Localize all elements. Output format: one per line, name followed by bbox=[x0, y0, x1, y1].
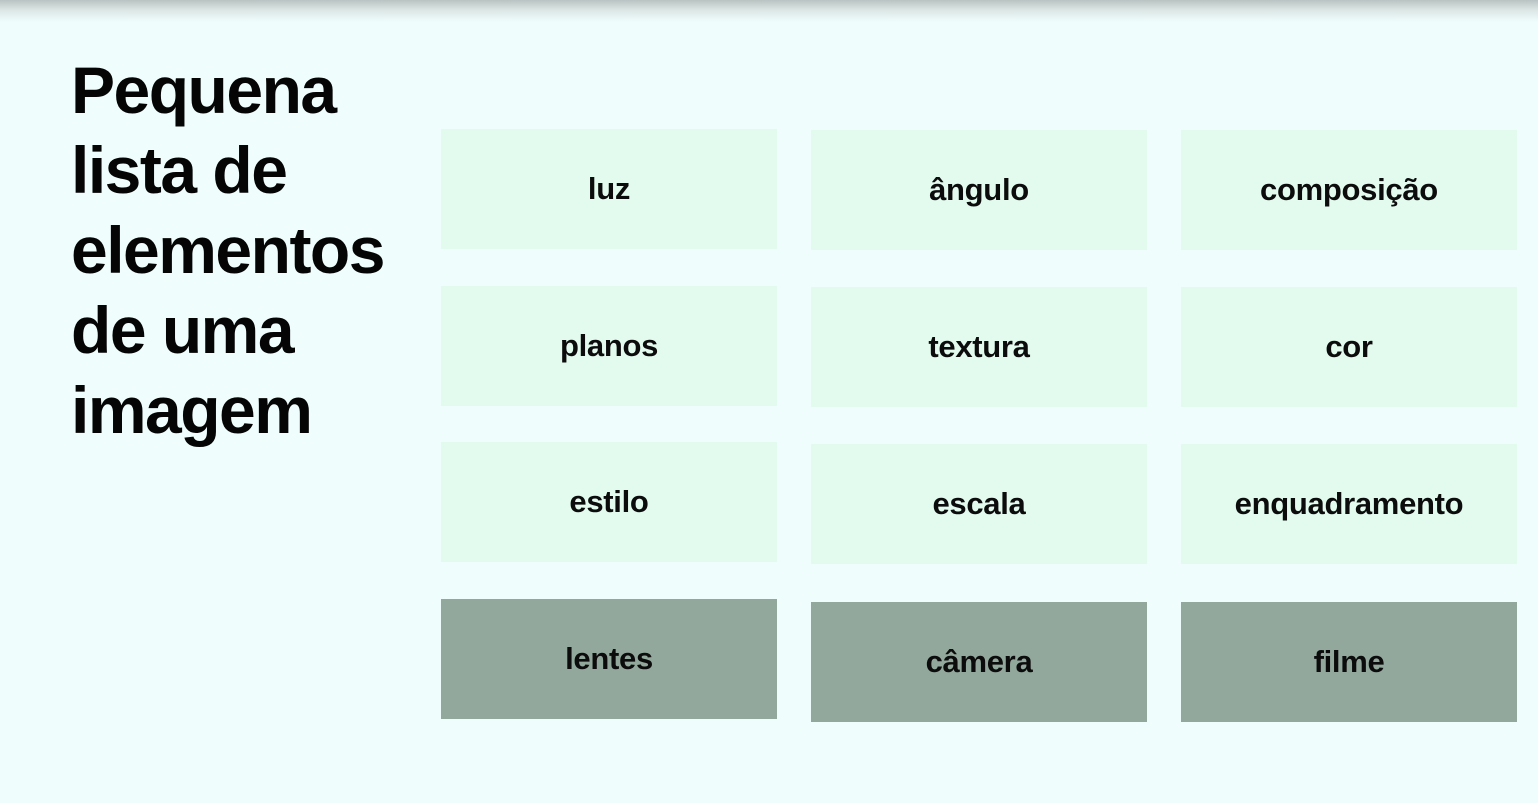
tile-label: luz bbox=[587, 171, 631, 206]
tile-label: filme bbox=[1313, 644, 1385, 679]
tile-label: escala bbox=[932, 486, 1026, 521]
tile-luz: luz bbox=[441, 129, 777, 249]
tile-label: lentes bbox=[565, 641, 653, 676]
tile-label: câmera bbox=[925, 644, 1033, 679]
tile-label: textura bbox=[928, 329, 1030, 364]
tile-lentes: lentes bbox=[441, 599, 777, 719]
tile-filme: filme bbox=[1181, 602, 1517, 722]
slide-title: Pequena lista de elementos de uma imagem bbox=[71, 53, 385, 447]
tile-cor: cor bbox=[1181, 287, 1517, 407]
tile-escala: escala bbox=[811, 444, 1147, 564]
tile-camera: câmera bbox=[811, 602, 1147, 722]
top-shadow bbox=[0, 0, 1538, 22]
tile-planos: planos bbox=[441, 286, 777, 406]
tile-label: enquadramento bbox=[1234, 486, 1464, 521]
tile-label: composição bbox=[1260, 172, 1438, 207]
tile-textura: textura bbox=[811, 287, 1147, 407]
tile-angulo: ângulo bbox=[811, 130, 1147, 250]
tile-label: planos bbox=[559, 328, 659, 363]
tile-label: cor bbox=[1325, 329, 1373, 364]
tile-label: estilo bbox=[569, 484, 649, 519]
tile-label: ângulo bbox=[929, 172, 1029, 207]
tile-estilo: estilo bbox=[441, 442, 777, 562]
tile-composicao: composição bbox=[1181, 130, 1517, 250]
tile-enquadramento: enquadramento bbox=[1181, 444, 1517, 564]
